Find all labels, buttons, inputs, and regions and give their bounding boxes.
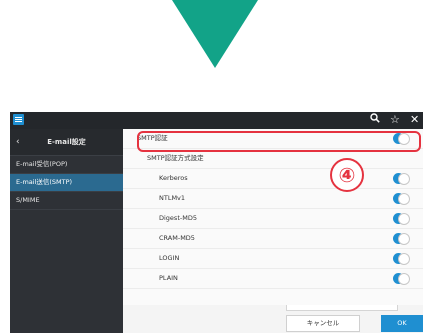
settings-panel: SMTP認証 SMTP認証方式設定 Kerberos NTLMv1 Digest…: [123, 129, 423, 333]
close-icon[interactable]: ✕: [410, 113, 419, 127]
auth-method-heading-row: SMTP認証方式設定: [123, 149, 423, 169]
method-row: CRAM-MD5: [123, 229, 423, 249]
sidebar: ‹ E-mail設定 E-mail受信(POP) E-mail送信(SMTP) …: [10, 129, 123, 333]
star-icon[interactable]: ☆: [390, 113, 400, 127]
method-row: PLAIN: [123, 269, 423, 289]
sidebar-item-pop[interactable]: E-mail受信(POP): [10, 156, 123, 174]
hamburger-menu-icon[interactable]: [13, 114, 24, 125]
method-label: NTLMv1: [159, 194, 186, 202]
method-label: Kerberos: [159, 174, 188, 182]
plain-toggle[interactable]: [393, 273, 411, 285]
search-icon[interactable]: [370, 113, 380, 127]
ntlmv1-toggle[interactable]: [393, 193, 411, 205]
sidebar-title: E-mail設定: [47, 138, 86, 146]
footer-bar: キャンセル OK: [123, 305, 423, 333]
cancel-button[interactable]: キャンセル: [286, 315, 360, 332]
highlight-frame: [137, 131, 421, 152]
sidebar-header: ‹ E-mail設定: [10, 129, 123, 156]
method-row: LOGIN: [123, 249, 423, 269]
sidebar-item-smtp[interactable]: E-mail送信(SMTP): [10, 174, 123, 192]
method-label: LOGIN: [159, 254, 180, 262]
login-toggle[interactable]: [393, 253, 411, 265]
sidebar-item-smime[interactable]: S/MIME: [10, 192, 123, 210]
step-badge: ④: [330, 158, 364, 192]
top-toolbar: ☆ ✕: [10, 112, 423, 129]
method-label: Digest-MD5: [159, 214, 197, 222]
method-label: PLAIN: [159, 274, 178, 282]
ok-button[interactable]: OK: [381, 315, 423, 332]
method-label: CRAM-MD5: [159, 234, 195, 242]
partial-input-field[interactable]: [286, 305, 398, 311]
digest-md5-toggle[interactable]: [393, 213, 411, 225]
method-row: Digest-MD5: [123, 209, 423, 229]
method-row: NTLMv1: [123, 189, 423, 209]
down-arrow-icon: [172, 0, 258, 68]
cram-md5-toggle[interactable]: [393, 233, 411, 245]
kerberos-toggle[interactable]: [393, 173, 411, 185]
method-row: Kerberos: [123, 169, 423, 189]
